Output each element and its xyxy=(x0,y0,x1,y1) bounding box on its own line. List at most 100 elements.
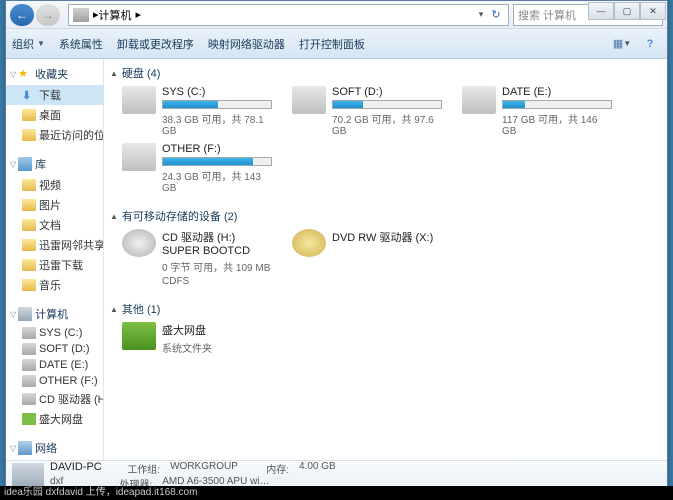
address-bar[interactable]: ▸ 计算机 ▸ ▾ ↻ xyxy=(68,4,509,26)
refresh-icon[interactable]: ↻ xyxy=(488,8,504,21)
arrow-right-icon: → xyxy=(42,8,54,22)
drive-status: 117 GB 可用，共 146 GB xyxy=(502,111,612,137)
navigation-pane: ▽★收藏夹 ⬇下载 桌面 最近访问的位置 ▽库 视频 图片 文档 迅雷网邻共享 … xyxy=(6,59,104,460)
drive-icon xyxy=(122,322,156,350)
drive-name: SOFT (D:) xyxy=(332,86,442,98)
group-removable-header[interactable]: ▲有可移动存储的设备 (2) xyxy=(104,202,667,227)
sidebar-computer-header[interactable]: ▽计算机 xyxy=(6,303,103,325)
drive-icon xyxy=(22,359,36,371)
drive-name: DATE (E:) xyxy=(502,86,612,98)
drive-item[interactable]: 盛大网盘系统文件夹 xyxy=(122,322,272,355)
sidebar-item-netdisk[interactable]: 盛大网盘 xyxy=(6,409,103,429)
drive-status: 0 字节 可用，共 109 MB xyxy=(162,259,272,274)
organize-button[interactable]: 组织▼ xyxy=(12,36,45,52)
chevron-down-icon: ▲ xyxy=(110,69,118,78)
explorer-window: ← → ▸ 计算机 ▸ ▾ ↻ 搜索 计算机 🔍 — ▢ ✕ 组织▼ 系统属性 … xyxy=(5,0,668,490)
help-button[interactable]: ? xyxy=(639,33,661,55)
nav-forward-button[interactable]: → xyxy=(36,4,60,26)
drive-fs: CDFS xyxy=(162,276,272,287)
drive-icon xyxy=(22,343,36,355)
uninstall-programs-button[interactable]: 卸载或更改程序 xyxy=(117,36,194,52)
drive-icon xyxy=(122,229,156,257)
group-hdd-header[interactable]: ▲硬盘 (4) xyxy=(104,59,667,84)
drive-item[interactable]: DVD RW 驱动器 (X:) xyxy=(292,229,442,287)
sidebar-item-drive-h[interactable]: CD 驱动器 (H:) S xyxy=(6,389,103,409)
picture-icon xyxy=(22,199,36,211)
address-path: 计算机 xyxy=(99,7,132,23)
drive-status: 24.3 GB 可用，共 143 GB xyxy=(162,168,272,194)
drive-icon xyxy=(22,327,36,339)
drive-name: SYS (C:) xyxy=(162,86,272,98)
chevron-down-icon: ▲ xyxy=(110,305,118,314)
video-icon xyxy=(22,179,36,191)
drive-item[interactable]: DATE (E:) 117 GB 可用，共 146 GB xyxy=(462,86,612,137)
titlebar: ← → ▸ 计算机 ▸ ▾ ↻ 搜索 计算机 🔍 — ▢ ✕ xyxy=(6,1,667,29)
drive-icon xyxy=(292,229,326,257)
library-icon xyxy=(18,157,32,171)
sidebar-item-pictures[interactable]: 图片 xyxy=(6,195,103,215)
capacity-bar xyxy=(332,100,442,109)
drive-name: DVD RW 驱动器 (X:) xyxy=(332,229,442,245)
close-button[interactable]: ✕ xyxy=(640,2,666,20)
recent-icon xyxy=(22,129,36,141)
drive-name: 盛大网盘 xyxy=(162,322,272,338)
nav-back-button[interactable]: ← xyxy=(10,4,34,26)
drive-icon xyxy=(462,86,496,114)
drive-name: OTHER (F:) xyxy=(162,143,272,155)
arrow-left-icon: ← xyxy=(16,8,28,22)
sidebar-item-downloads[interactable]: ⬇下载 xyxy=(6,85,103,105)
sidebar-item-drive-f[interactable]: OTHER (F:) xyxy=(6,373,103,389)
cd-icon xyxy=(22,393,36,405)
drive-icon xyxy=(122,86,156,114)
help-icon: ? xyxy=(647,38,654,50)
computer-icon xyxy=(12,463,44,489)
drive-status: 38.3 GB 可用，共 78.1 GB xyxy=(162,111,272,137)
sidebar-item-music[interactable]: 音乐 xyxy=(6,275,103,295)
chevron-down-icon: ▲ xyxy=(110,212,118,221)
sidebar-item-recent[interactable]: 最近访问的位置 xyxy=(6,125,103,145)
sidebar-network-header[interactable]: ▽网络 xyxy=(6,437,103,459)
sidebar-favorites-header[interactable]: ▽★收藏夹 xyxy=(6,63,103,85)
folder-icon xyxy=(22,259,36,271)
group-other-header[interactable]: ▲其他 (1) xyxy=(104,295,667,320)
minimize-button[interactable]: — xyxy=(588,2,614,20)
sidebar-item-documents[interactable]: 文档 xyxy=(6,215,103,235)
music-icon xyxy=(22,279,36,291)
maximize-button[interactable]: ▢ xyxy=(614,2,640,20)
sidebar-item-desktop[interactable]: 桌面 xyxy=(6,105,103,125)
sidebar-item-drive-c[interactable]: SYS (C:) xyxy=(6,325,103,341)
drive-icon xyxy=(22,375,36,387)
capacity-bar xyxy=(162,100,272,109)
drive-item[interactable]: SOFT (D:) 70.2 GB 可用，共 97.6 GB xyxy=(292,86,442,137)
star-icon: ★ xyxy=(18,67,32,81)
system-properties-button[interactable]: 系统属性 xyxy=(59,36,103,52)
folder-icon xyxy=(22,239,36,251)
drive-item[interactable]: CD 驱动器 (H:) SUPER BOOTCD0 字节 可用，共 109 MB… xyxy=(122,229,272,287)
watermark: idea乐园 dxfdavid 上传，ideapad.it168.com xyxy=(0,486,673,500)
sidebar-libraries-header[interactable]: ▽库 xyxy=(6,153,103,175)
drive-item[interactable]: OTHER (F:) 24.3 GB 可用，共 143 GB xyxy=(122,143,272,194)
sidebar-item-videos[interactable]: 视频 xyxy=(6,175,103,195)
sidebar-item-xunlei-dl[interactable]: 迅雷下载 xyxy=(6,255,103,275)
sidebar-item-drive-d[interactable]: SOFT (D:) xyxy=(6,341,103,357)
drive-status: 系统文件夹 xyxy=(162,340,272,355)
document-icon xyxy=(22,219,36,231)
drive-item[interactable]: SYS (C:) 38.3 GB 可用，共 78.1 GB xyxy=(122,86,272,137)
download-icon: ⬇ xyxy=(22,89,36,101)
drive-status: 70.2 GB 可用，共 97.6 GB xyxy=(332,111,442,137)
map-network-drive-button[interactable]: 映射网络驱动器 xyxy=(208,36,285,52)
open-control-panel-button[interactable]: 打开控制面板 xyxy=(299,36,365,52)
netdisk-icon xyxy=(22,413,36,425)
status-title: DAVID-PC xyxy=(50,461,102,476)
sidebar-item-xunlei-share[interactable]: 迅雷网邻共享 xyxy=(6,235,103,255)
view-options-button[interactable]: ▦▼ xyxy=(611,33,633,55)
capacity-bar xyxy=(162,157,272,166)
sidebar-item-drive-e[interactable]: DATE (E:) xyxy=(6,357,103,373)
address-dropdown-icon[interactable]: ▾ xyxy=(474,9,488,20)
drive-icon xyxy=(122,143,156,171)
view-icon: ▦ xyxy=(613,37,623,50)
desktop-icon xyxy=(22,109,36,121)
network-icon xyxy=(18,441,32,455)
toolbar: 组织▼ 系统属性 卸载或更改程序 映射网络驱动器 打开控制面板 ▦▼ ? xyxy=(6,29,667,59)
capacity-bar xyxy=(502,100,612,109)
